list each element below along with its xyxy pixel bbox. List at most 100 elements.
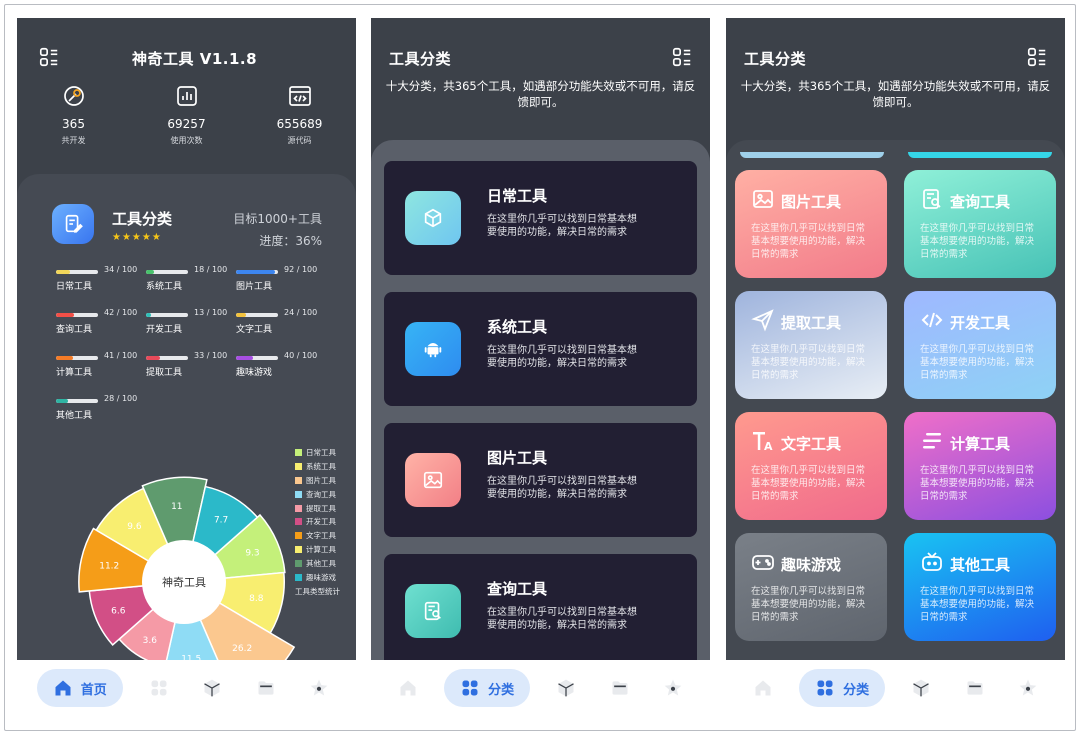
progress-item[interactable]: 33 / 100 提取工具 <box>146 351 228 378</box>
tile-title: 图片工具 <box>781 192 842 211</box>
legend-item[interactable]: 日常工具 <box>295 446 340 460</box>
home-icon <box>55 680 71 696</box>
menu-grid-icon[interactable] <box>671 46 693 68</box>
card-description: 在这里你几乎可以找到日常基本想要使用的功能，解决日常的需求 <box>487 214 637 238</box>
grid-icon <box>462 680 478 696</box>
card-title: 查询工具 <box>487 580 548 598</box>
progress-item[interactable]: 92 / 100 图片工具 <box>236 265 318 292</box>
legend-swatch <box>295 449 302 457</box>
progress-item[interactable]: 13 / 100 开发工具 <box>146 308 228 335</box>
progress-item[interactable]: 41 / 100 计算工具 <box>56 351 138 378</box>
tool-category-tile[interactable]: A 文字工具 在这里你几乎可以找到日常基本想要使用的功能，解决日常的需求 <box>735 412 887 520</box>
progress-bar <box>56 313 98 317</box>
legend-swatch <box>295 504 302 512</box>
progress-value: 24 / 100 <box>284 308 318 317</box>
menu-grid-icon[interactable] <box>1026 46 1048 68</box>
legend-item[interactable]: 图片工具 <box>295 474 340 488</box>
nav-folder[interactable] <box>603 669 637 707</box>
progress-item[interactable]: 42 / 100 查询工具 <box>56 308 138 335</box>
nav-home[interactable]: 首页 <box>36 669 123 707</box>
chart-icon <box>174 86 200 113</box>
legend-label: 日常工具 <box>306 448 336 458</box>
nav-favorite[interactable] <box>656 669 690 707</box>
progress-item[interactable]: 28 / 100 其他工具 <box>56 394 138 421</box>
tool-category-tile[interactable]: 提取工具 在这里你几乎可以找到日常基本想要使用的功能，解决日常的需求 <box>735 291 887 399</box>
progress-bar <box>236 270 278 274</box>
tool-category-card[interactable]: 日常工具 在这里你几乎可以找到日常基本想要使用的功能，解决日常的需求 <box>384 161 697 275</box>
menu-grid-icon[interactable] <box>38 46 60 68</box>
nav-home[interactable] <box>391 669 425 707</box>
progress-fill <box>146 270 154 274</box>
legend-label: 趣味游戏 <box>306 572 336 582</box>
tool-category-tile[interactable]: 计算工具 在这里你几乎可以找到日常基本想要使用的功能，解决日常的需求 <box>904 412 1056 520</box>
rating-stars: ★★★★★ <box>112 232 162 243</box>
grid-icon <box>151 680 167 696</box>
legend-item[interactable]: 文字工具 <box>295 529 340 543</box>
progress-fill <box>146 313 152 317</box>
tool-category-tile[interactable]: 查询工具 在这里你几乎可以找到日常基本想要使用的功能，解决日常的需求 <box>904 170 1056 278</box>
legend-item[interactable]: 系统工具 <box>295 460 340 474</box>
legend-label: 计算工具 <box>306 544 336 554</box>
tool-list: 日常工具 在这里你几乎可以找到日常基本想要使用的功能，解决日常的需求 系统工具 在这里… <box>371 140 710 660</box>
legend-item[interactable]: 查询工具 <box>295 487 340 501</box>
pie-slice-label: 9.3 <box>245 548 259 558</box>
progress-bar <box>56 399 98 403</box>
wrench-gear-icon <box>61 86 87 113</box>
folder-icon <box>258 681 274 695</box>
progress-name: 系统工具 <box>146 282 183 292</box>
scrolled-card-edge <box>740 152 884 158</box>
nav-tools[interactable] <box>904 669 938 707</box>
tool-category-tile[interactable]: 趣味游戏 在这里你几乎可以找到日常基本想要使用的功能，解决日常的需求 <box>735 533 887 641</box>
nav-folder[interactable] <box>249 669 283 707</box>
pie-slice-label: 11 <box>171 502 182 512</box>
progress-item[interactable]: 24 / 100 文字工具 <box>236 308 318 335</box>
tool-category-card[interactable]: 图片工具 在这里你几乎可以找到日常基本想要使用的功能，解决日常的需求 <box>384 423 697 537</box>
progress-item[interactable]: 40 / 100 趣味游戏 <box>236 351 318 378</box>
tool-category-card[interactable]: 查询工具 在这里你几乎可以找到日常基本想要使用的功能，解决日常的需求 <box>384 554 697 660</box>
scrolled-card-edge <box>908 152 1052 158</box>
progress-name: 文字工具 <box>236 325 273 335</box>
nav-category[interactable]: 分类 <box>799 669 886 707</box>
legend-item[interactable]: 计算工具 <box>295 543 340 557</box>
bottom-nav: 分类 <box>371 660 710 716</box>
tool-category-card[interactable]: 系统工具 在这里你几乎可以找到日常基本想要使用的功能，解决日常的需求 <box>384 292 697 406</box>
progress-fill <box>56 356 74 360</box>
nav-folder[interactable] <box>958 669 992 707</box>
progress-bar <box>56 356 98 360</box>
star-icon <box>310 679 328 696</box>
text-icon: A <box>751 429 775 457</box>
nav-category[interactable] <box>142 669 176 707</box>
legend-label: 文字工具 <box>306 531 336 541</box>
legend-label: 系统工具 <box>306 462 336 472</box>
tool-category-tile[interactable]: 开发工具 在这里你几乎可以找到日常基本想要使用的功能，解决日常的需求 <box>904 291 1056 399</box>
stat-source: 655689 源代码 <box>243 83 356 146</box>
pie-slice-label: 7.7 <box>214 515 228 525</box>
nav-favorite[interactable] <box>1011 669 1045 707</box>
legend-label: 图片工具 <box>306 475 336 485</box>
tile-description: 在这里你几乎可以找到日常基本想要使用的功能，解决日常的需求 <box>920 223 1035 260</box>
tool-category-tile[interactable]: 图片工具 在这里你几乎可以找到日常基本想要使用的功能，解决日常的需求 <box>735 170 887 278</box>
legend-item[interactable]: 趣味游戏 <box>295 570 340 584</box>
folder-icon <box>967 681 983 695</box>
tile-title: 其他工具 <box>950 555 1011 574</box>
legend-item[interactable]: 提取工具 <box>295 501 340 515</box>
progress-bar <box>236 356 278 360</box>
nav-tools[interactable] <box>195 669 229 707</box>
tile-title: 趣味游戏 <box>781 555 842 574</box>
legend-footer: 工具类型统计 <box>295 586 340 596</box>
progress-bar <box>146 356 188 360</box>
nav-category[interactable]: 分类 <box>444 669 531 707</box>
cube-icon <box>405 191 461 245</box>
progress-name: 其他工具 <box>56 411 93 421</box>
legend-item[interactable]: 开发工具 <box>295 515 340 529</box>
category-list-screen: 工具分类 十大分类，共365个工具，如遇部分功能失效或不可用，请反馈即可。 日常… <box>371 18 710 660</box>
nav-home[interactable] <box>746 669 780 707</box>
tile-title: 计算工具 <box>950 434 1011 453</box>
tool-category-tile[interactable]: 其他工具 在这里你几乎可以找到日常基本想要使用的功能，解决日常的需求 <box>904 533 1056 641</box>
nav-tools[interactable] <box>549 669 583 707</box>
progress-item[interactable]: 18 / 100 系统工具 <box>146 265 228 292</box>
progress-value: 18 / 100 <box>194 265 228 274</box>
progress-item[interactable]: 34 / 100 日常工具 <box>56 265 138 292</box>
nav-favorite[interactable] <box>302 669 336 707</box>
legend-item[interactable]: 其他工具 <box>295 556 340 570</box>
